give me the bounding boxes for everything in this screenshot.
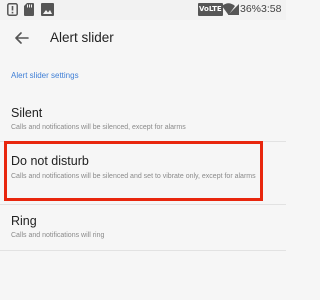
option-summary: Calls and notifications will be silenced…	[11, 124, 186, 131]
status-clock: 3:58	[261, 3, 282, 15]
signal-icon	[228, 4, 239, 15]
option-summary: Calls and notifications will ring	[11, 232, 105, 239]
status-bar: VoLTE 36% 3:58	[0, 0, 286, 20]
battery-level: 36%	[240, 3, 262, 15]
option-silent[interactable]: Silent Calls and notifications will be s…	[0, 98, 286, 140]
highlight-box	[4, 141, 263, 201]
network-badge: VoLTE	[198, 3, 223, 16]
option-title: Ring	[11, 214, 37, 228]
image-icon	[41, 3, 54, 16]
option-ring[interactable]: Ring Calls and notifications will ring	[0, 205, 286, 249]
option-title: Silent	[11, 106, 43, 120]
sd-card-icon	[24, 3, 34, 16]
arrow-back-icon	[15, 32, 29, 44]
page-title: Alert slider	[50, 30, 114, 45]
section-header: Alert slider settings	[11, 71, 79, 80]
divider	[0, 250, 286, 251]
toolbar: Alert slider	[0, 20, 286, 56]
notification-alert-icon	[7, 3, 18, 16]
back-button[interactable]	[8, 24, 36, 52]
